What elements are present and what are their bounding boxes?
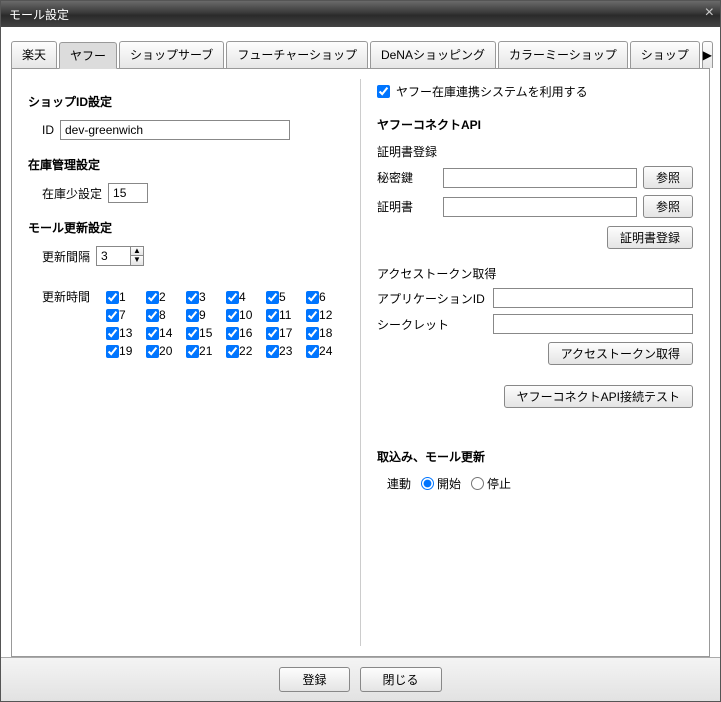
hour-check-11[interactable]: 11 — [266, 308, 306, 322]
interval-input[interactable] — [96, 246, 130, 266]
hour-check-15[interactable]: 15 — [186, 326, 226, 340]
footer: 登録 閉じる — [1, 657, 720, 701]
low-stock-input[interactable] — [108, 183, 148, 203]
secret-label: シークレット — [377, 316, 487, 333]
link-start-radio[interactable]: 開始 — [421, 475, 461, 492]
token-section-label: アクセストークン取得 — [377, 265, 693, 282]
secret-key-input[interactable] — [443, 168, 637, 188]
shop-id-input[interactable] — [60, 120, 290, 140]
use-system-checkbox[interactable] — [377, 85, 390, 98]
tab-body: ショップID設定 ID 在庫管理設定 在庫少設定 モール更新設定 更新間隔 — [11, 69, 710, 657]
link-label: 連動 — [387, 475, 411, 492]
hour-check-12[interactable]: 12 — [306, 308, 346, 322]
browse-cert-button[interactable]: 参照 — [643, 195, 693, 218]
use-system-label: ヤフー在庫連携システムを利用する — [396, 83, 588, 100]
spinner-buttons: ▲ ▼ — [130, 246, 144, 266]
update-section-title: モール更新設定 — [28, 219, 344, 236]
hour-check-19[interactable]: 19 — [106, 344, 146, 358]
titlebar: モール設定 × — [1, 1, 720, 27]
tab-futureshop[interactable]: フューチャーショップ — [226, 41, 368, 68]
hour-check-14[interactable]: 14 — [146, 326, 186, 340]
hour-check-9[interactable]: 9 — [186, 308, 226, 322]
tab-shop-extra[interactable]: ショップ — [630, 41, 700, 68]
tab-bar: 楽天 ヤフー ショップサーブ フューチャーショップ DeNAショッピング カラー… — [11, 41, 710, 69]
interval-spinner: ▲ ▼ — [96, 246, 144, 266]
hour-check-4[interactable]: 4 — [226, 290, 266, 304]
hour-check-2[interactable]: 2 — [146, 290, 186, 304]
tab-yahoo[interactable]: ヤフー — [59, 42, 117, 69]
window-title: モール設定 — [9, 6, 69, 23]
interval-label: 更新間隔 — [42, 248, 90, 265]
link-stop-radio[interactable]: 停止 — [471, 475, 511, 492]
shop-id-section-title: ショップID設定 — [28, 93, 344, 110]
cert-register-button[interactable]: 証明書登録 — [607, 226, 693, 249]
close-button[interactable]: 閉じる — [360, 667, 442, 692]
cert-input[interactable] — [443, 197, 637, 217]
client-secret-input[interactable] — [493, 314, 693, 334]
hour-check-grid: 1 2 3 4 5 6 7 8 9 10 11 — [106, 286, 346, 362]
tab-colorme[interactable]: カラーミーショップ — [498, 41, 628, 68]
update-time-label: 更新時間 — [42, 288, 90, 305]
hour-check-16[interactable]: 16 — [226, 326, 266, 340]
hour-check-6[interactable]: 6 — [306, 290, 346, 304]
hour-check-7[interactable]: 7 — [106, 308, 146, 322]
hour-check-8[interactable]: 8 — [146, 308, 186, 322]
secret-key-label: 秘密鍵 — [377, 169, 437, 186]
hour-check-21[interactable]: 21 — [186, 344, 226, 358]
hour-check-1[interactable]: 1 — [106, 290, 146, 304]
import-section-title: 取込み、モール更新 — [377, 448, 693, 465]
left-panel: ショップID設定 ID 在庫管理設定 在庫少設定 モール更新設定 更新間隔 — [12, 69, 360, 656]
connect-api-title: ヤフーコネクトAPI — [377, 116, 693, 133]
id-label: ID — [42, 123, 54, 137]
close-icon[interactable]: × — [705, 4, 714, 22]
app-id-input[interactable] — [493, 288, 693, 308]
get-token-button[interactable]: アクセストークン取得 — [548, 342, 693, 365]
hour-check-22[interactable]: 22 — [226, 344, 266, 358]
hour-check-24[interactable]: 24 — [306, 344, 346, 358]
tab-shopserve[interactable]: ショップサーブ — [119, 41, 224, 68]
hour-check-18[interactable]: 18 — [306, 326, 346, 340]
hour-check-20[interactable]: 20 — [146, 344, 186, 358]
hour-check-17[interactable]: 17 — [266, 326, 306, 340]
content-area: 楽天 ヤフー ショップサーブ フューチャーショップ DeNAショッピング カラー… — [1, 27, 720, 657]
app-id-label: アプリケーションID — [377, 290, 487, 307]
inventory-section-title: 在庫管理設定 — [28, 156, 344, 173]
cert-reg-label: 証明書登録 — [377, 143, 693, 160]
tab-dena[interactable]: DeNAショッピング — [370, 41, 496, 68]
cert-label: 証明書 — [377, 198, 437, 215]
register-button[interactable]: 登録 — [279, 667, 349, 692]
tab-rakuten[interactable]: 楽天 — [11, 41, 57, 68]
hour-check-5[interactable]: 5 — [266, 290, 306, 304]
hour-check-13[interactable]: 13 — [106, 326, 146, 340]
low-stock-label: 在庫少設定 — [42, 185, 102, 202]
api-test-button[interactable]: ヤフーコネクトAPI接続テスト — [504, 385, 693, 408]
tab-scroll-right-icon[interactable]: ▶ — [702, 41, 713, 68]
hour-check-23[interactable]: 23 — [266, 344, 306, 358]
dialog-window: モール設定 × 楽天 ヤフー ショップサーブ フューチャーショップ DeNAショ… — [0, 0, 721, 702]
right-panel: ヤフー在庫連携システムを利用する ヤフーコネクトAPI 証明書登録 秘密鍵 参照… — [361, 69, 709, 656]
browse-secret-button[interactable]: 参照 — [643, 166, 693, 189]
hour-check-3[interactable]: 3 — [186, 290, 226, 304]
spinner-down-icon[interactable]: ▼ — [131, 256, 143, 265]
hour-check-10[interactable]: 10 — [226, 308, 266, 322]
